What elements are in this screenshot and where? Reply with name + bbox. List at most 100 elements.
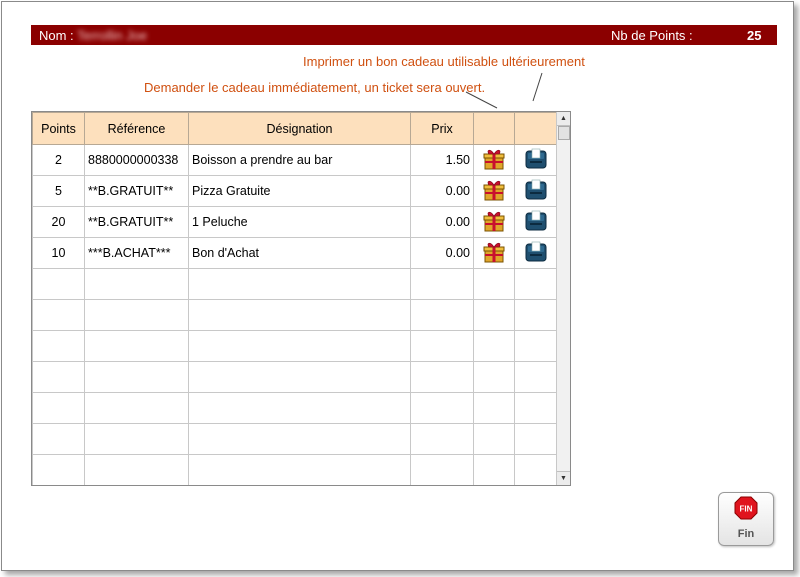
table-row[interactable]: 20 **B.GRATUIT** 1 Peluche 0.00 bbox=[32, 206, 557, 238]
cell-designation bbox=[188, 392, 411, 424]
cell-points bbox=[32, 330, 85, 362]
cell-points bbox=[32, 268, 85, 300]
cell-reference bbox=[84, 299, 189, 331]
cell-reference: **B.GRATUIT** bbox=[84, 206, 189, 238]
cell-reference: **B.GRATUIT** bbox=[84, 175, 189, 207]
cell-request[interactable] bbox=[473, 361, 515, 393]
cell-designation bbox=[188, 268, 411, 300]
fin-button-label: Fin bbox=[737, 528, 755, 540]
print-hint-pointer bbox=[532, 72, 543, 102]
cell-request[interactable] bbox=[473, 206, 515, 238]
cell-points bbox=[32, 361, 85, 393]
cell-print[interactable] bbox=[514, 268, 557, 300]
cell-designation bbox=[188, 299, 411, 331]
cell-reference: 8880000000338 bbox=[84, 144, 189, 176]
request-hint-pointer bbox=[465, 91, 498, 109]
column-header-points[interactable]: Points bbox=[32, 112, 85, 145]
table-row[interactable] bbox=[32, 299, 557, 331]
cell-request[interactable] bbox=[473, 299, 515, 331]
cell-prix bbox=[410, 330, 474, 362]
printer-icon[interactable] bbox=[524, 179, 548, 205]
cell-prix bbox=[410, 454, 474, 485]
table-row[interactable]: 2 8880000000338 Boisson a prendre au bar 1.… bbox=[32, 144, 557, 176]
cell-prix bbox=[410, 423, 474, 455]
printer-icon[interactable] bbox=[524, 210, 548, 236]
table-row[interactable] bbox=[32, 423, 557, 455]
cell-request[interactable] bbox=[473, 392, 515, 424]
cell-points bbox=[32, 423, 85, 455]
scroll-thumb[interactable] bbox=[558, 126, 570, 140]
table-row[interactable] bbox=[32, 454, 557, 485]
scroll-up-arrow-icon[interactable]: ▲ bbox=[557, 112, 570, 126]
cell-points: 2 bbox=[32, 144, 85, 176]
gift-icon[interactable] bbox=[482, 211, 506, 236]
cell-print[interactable] bbox=[514, 330, 557, 362]
table-header-row: Points Référence Désignation Prix bbox=[32, 112, 557, 145]
cell-prix bbox=[410, 268, 474, 300]
cell-print[interactable] bbox=[514, 237, 557, 269]
column-header-prix[interactable]: Prix bbox=[410, 112, 474, 145]
column-header-reference[interactable]: Référence bbox=[84, 112, 189, 145]
vertical-scrollbar[interactable]: ▲ ▼ bbox=[556, 112, 570, 485]
cell-request[interactable] bbox=[473, 144, 515, 176]
cell-designation: Pizza Gratuite bbox=[188, 175, 411, 207]
gift-icon[interactable] bbox=[482, 180, 506, 205]
cell-reference bbox=[84, 392, 189, 424]
cell-print[interactable] bbox=[514, 392, 557, 424]
table-row[interactable] bbox=[32, 392, 557, 424]
cell-points bbox=[32, 392, 85, 424]
stop-sign-text: FIN bbox=[740, 505, 753, 514]
cell-prix bbox=[410, 392, 474, 424]
cell-request[interactable] bbox=[473, 330, 515, 362]
cell-prix: 0.00 bbox=[410, 206, 474, 238]
scroll-down-arrow-icon[interactable]: ▼ bbox=[557, 471, 570, 485]
cell-print[interactable] bbox=[514, 361, 557, 393]
cell-reference bbox=[84, 330, 189, 362]
cell-points bbox=[32, 454, 85, 485]
column-header-print[interactable] bbox=[514, 112, 557, 145]
table-row[interactable]: 10 ***B.ACHAT*** Bon d'Achat 0.00 bbox=[32, 237, 557, 269]
printer-icon[interactable] bbox=[524, 148, 548, 174]
cell-print[interactable] bbox=[514, 454, 557, 485]
gift-icon[interactable] bbox=[482, 149, 506, 174]
cell-request[interactable] bbox=[473, 175, 515, 207]
cell-points: 5 bbox=[32, 175, 85, 207]
cell-request[interactable] bbox=[473, 454, 515, 485]
cell-designation bbox=[188, 454, 411, 485]
cell-print[interactable] bbox=[514, 423, 557, 455]
cell-request[interactable] bbox=[473, 423, 515, 455]
cell-designation: 1 Peluche bbox=[188, 206, 411, 238]
cell-request[interactable] bbox=[473, 268, 515, 300]
cell-prix: 1.50 bbox=[410, 144, 474, 176]
cell-points: 10 bbox=[32, 237, 85, 269]
gift-icon[interactable] bbox=[482, 242, 506, 267]
cell-designation bbox=[188, 330, 411, 362]
cell-prix bbox=[410, 361, 474, 393]
cell-points bbox=[32, 299, 85, 331]
cell-print[interactable] bbox=[514, 206, 557, 238]
cell-prix bbox=[410, 299, 474, 331]
fin-button[interactable]: FIN Fin bbox=[718, 492, 774, 546]
table-row[interactable] bbox=[32, 268, 557, 300]
cell-print[interactable] bbox=[514, 299, 557, 331]
cell-designation bbox=[188, 361, 411, 393]
cell-prix: 0.00 bbox=[410, 175, 474, 207]
printer-icon[interactable] bbox=[524, 241, 548, 267]
table-row[interactable]: 5 **B.GRATUIT** Pizza Gratuite 0.00 bbox=[32, 175, 557, 207]
rewards-table: Points Référence Désignation Prix 2 88800… bbox=[32, 112, 557, 485]
table-row[interactable] bbox=[32, 330, 557, 362]
cell-designation: Boisson a prendre au bar bbox=[188, 144, 411, 176]
cell-reference bbox=[84, 361, 189, 393]
cell-prix: 0.00 bbox=[410, 237, 474, 269]
cell-reference: ***B.ACHAT*** bbox=[84, 237, 189, 269]
cell-points: 20 bbox=[32, 206, 85, 238]
column-header-request[interactable] bbox=[473, 112, 515, 145]
cell-print[interactable] bbox=[514, 144, 557, 176]
cell-reference bbox=[84, 268, 189, 300]
column-header-designation[interactable]: Désignation bbox=[188, 112, 411, 145]
table-row[interactable] bbox=[32, 361, 557, 393]
cell-request[interactable] bbox=[473, 237, 515, 269]
cell-print[interactable] bbox=[514, 175, 557, 207]
cell-designation bbox=[188, 423, 411, 455]
rewards-grid: Points Référence Désignation Prix 2 88800… bbox=[31, 111, 571, 486]
